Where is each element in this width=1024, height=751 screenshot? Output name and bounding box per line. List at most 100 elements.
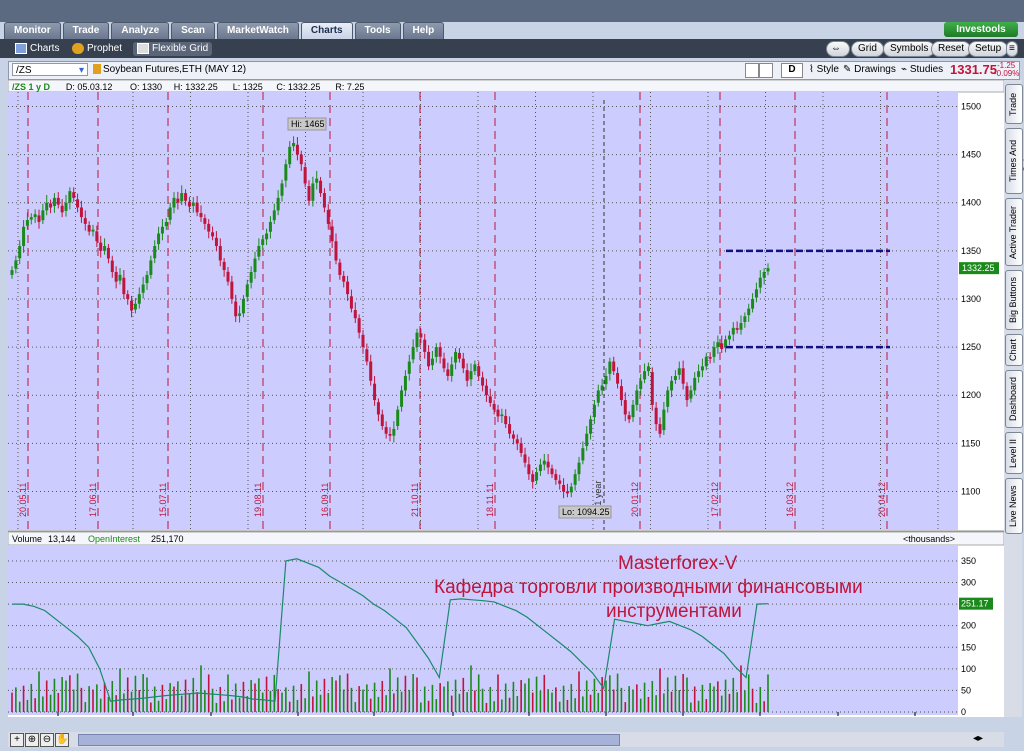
candle-body bbox=[708, 357, 712, 359]
side-tab-big-buttons[interactable]: Big Buttons bbox=[1005, 270, 1023, 330]
menu-button[interactable]: ≡ bbox=[1006, 41, 1018, 57]
candle-body bbox=[29, 217, 33, 220]
cycle-date-label: 19.08.11 bbox=[253, 483, 263, 517]
candle-body bbox=[473, 364, 477, 372]
candle-body bbox=[226, 271, 230, 282]
flexible-grid-subtab[interactable]: Flexible Grid bbox=[133, 42, 213, 56]
studies-icon: ⌁ bbox=[901, 64, 908, 75]
candle-body bbox=[33, 214, 37, 218]
chart-area[interactable]: /ZS 1 y D D: 05.03.12 O: 1330 H: 1332.25 L: … bbox=[7, 79, 1005, 729]
zoom-in-icon[interactable]: ⊕ bbox=[25, 733, 39, 747]
tab-marketwatch[interactable]: MarketWatch bbox=[217, 22, 299, 39]
symbols-button[interactable]: Symbols bbox=[883, 41, 936, 57]
candle-body bbox=[45, 202, 49, 211]
period-selector[interactable]: D bbox=[781, 63, 803, 78]
reset-button[interactable]: Reset bbox=[931, 41, 972, 57]
candle-body bbox=[145, 274, 149, 284]
candle-body bbox=[330, 226, 334, 242]
candle-body bbox=[681, 368, 685, 384]
chart-svg[interactable]: /ZS 1 y D D: 05.03.12 O: 1330 H: 1332.25 L: … bbox=[7, 79, 1005, 729]
side-tab-times-and-sales[interactable]: Times And Sales bbox=[1005, 128, 1024, 194]
tab-help[interactable]: Help bbox=[402, 22, 445, 39]
price-axis: 1100 1150 1200 1250 1300 1350 1400 1450 1500 1332… bbox=[959, 101, 999, 496]
tab-tools[interactable]: Tools bbox=[354, 22, 401, 39]
product-icon bbox=[93, 64, 101, 74]
candle-body bbox=[342, 275, 346, 282]
candle-body bbox=[538, 464, 542, 472]
price-panel-bg bbox=[8, 92, 958, 530]
candle-body bbox=[635, 390, 639, 405]
grid-button[interactable]: Grid bbox=[851, 41, 884, 57]
candle-body bbox=[446, 369, 450, 376]
candle-body bbox=[160, 226, 164, 234]
candle-body bbox=[130, 300, 134, 311]
candle-body bbox=[307, 186, 311, 201]
wrench-icon[interactable] bbox=[759, 63, 773, 78]
studies-button[interactable]: ⌁ Studies bbox=[901, 64, 943, 75]
candle-body bbox=[685, 386, 689, 401]
candle-body bbox=[670, 380, 674, 391]
grid-icon bbox=[137, 42, 149, 54]
tab-analyze[interactable]: Analyze bbox=[111, 22, 170, 39]
side-tab-live-news[interactable]: Live News bbox=[1005, 478, 1023, 534]
candle-body bbox=[376, 402, 380, 415]
candle-body bbox=[562, 484, 566, 492]
candle-body bbox=[542, 460, 546, 465]
scroll-arrows-icon[interactable]: ◂▸ bbox=[972, 733, 984, 745]
candle-body bbox=[133, 303, 137, 310]
crosshair-icon[interactable]: + bbox=[10, 733, 24, 747]
symbol-value: /ZS bbox=[16, 65, 32, 76]
side-tab-chart[interactable]: Chart bbox=[1005, 334, 1023, 366]
candle-body bbox=[56, 197, 60, 205]
horizontal-scrollbar[interactable] bbox=[78, 734, 620, 746]
setup-button[interactable]: Setup bbox=[968, 41, 1009, 57]
style-label: Style bbox=[816, 64, 839, 75]
prophet-icon bbox=[72, 42, 84, 54]
style-button[interactable]: ⌇ Style bbox=[809, 64, 839, 75]
candle-body bbox=[284, 164, 288, 181]
dropdown-icon[interactable]: ▾ bbox=[79, 64, 84, 77]
candle-body bbox=[608, 361, 612, 374]
candle-body bbox=[554, 474, 558, 480]
candle-body bbox=[199, 213, 203, 218]
watermark-line1: Masterforex-V bbox=[618, 553, 738, 574]
prophet-subtab[interactable]: Prophet bbox=[72, 42, 122, 56]
candle-body bbox=[438, 347, 442, 357]
candle-body bbox=[103, 246, 107, 251]
candle-body bbox=[411, 347, 415, 360]
investools-button[interactable]: Investools bbox=[944, 22, 1018, 37]
candle-body bbox=[349, 296, 353, 309]
price-tick-label: 1300 bbox=[961, 294, 981, 304]
cycle-date-label: 16.03.12 bbox=[785, 482, 795, 517]
candle-body bbox=[484, 385, 488, 396]
pan-hand-icon[interactable]: ✋ bbox=[55, 733, 69, 747]
price-tick-label: 1400 bbox=[961, 198, 981, 208]
symbol-input[interactable]: /ZS ▾ bbox=[12, 63, 88, 76]
side-tab-active-trader[interactable]: Active Trader bbox=[1005, 198, 1023, 266]
volume-axis: 050100150200250300350251.17 bbox=[959, 556, 993, 717]
drawings-button[interactable]: ✎ Drawings bbox=[843, 64, 896, 75]
pencil-icon: ✎ bbox=[843, 64, 852, 75]
link-button[interactable]: ⇔ bbox=[826, 41, 850, 57]
zoom-out-icon[interactable]: ⊖ bbox=[40, 733, 54, 747]
candle-body bbox=[141, 284, 145, 293]
candle-body bbox=[14, 260, 18, 269]
tab-monitor[interactable]: Monitor bbox=[4, 22, 61, 39]
side-tab-trade[interactable]: Trade bbox=[1005, 84, 1023, 124]
tab-trade[interactable]: Trade bbox=[62, 22, 110, 39]
side-tab-level-ii[interactable]: Level II bbox=[1005, 432, 1023, 474]
candle-body bbox=[415, 332, 419, 348]
candle-body bbox=[465, 370, 469, 381]
candle-body bbox=[22, 226, 26, 247]
candle-body bbox=[106, 247, 110, 259]
candle-body bbox=[430, 358, 434, 366]
tab-scan[interactable]: Scan bbox=[171, 22, 216, 39]
side-tab-dashboard[interactable]: Dashboard bbox=[1005, 370, 1023, 428]
volume-tick-label: 300 bbox=[961, 578, 976, 588]
candle-body bbox=[257, 246, 261, 257]
charts-subtab[interactable]: Charts bbox=[15, 42, 59, 56]
crosshair-tool-icon[interactable] bbox=[745, 63, 759, 78]
candle-body bbox=[650, 372, 654, 405]
candle-body bbox=[673, 375, 677, 381]
tab-charts[interactable]: Charts bbox=[300, 22, 353, 39]
